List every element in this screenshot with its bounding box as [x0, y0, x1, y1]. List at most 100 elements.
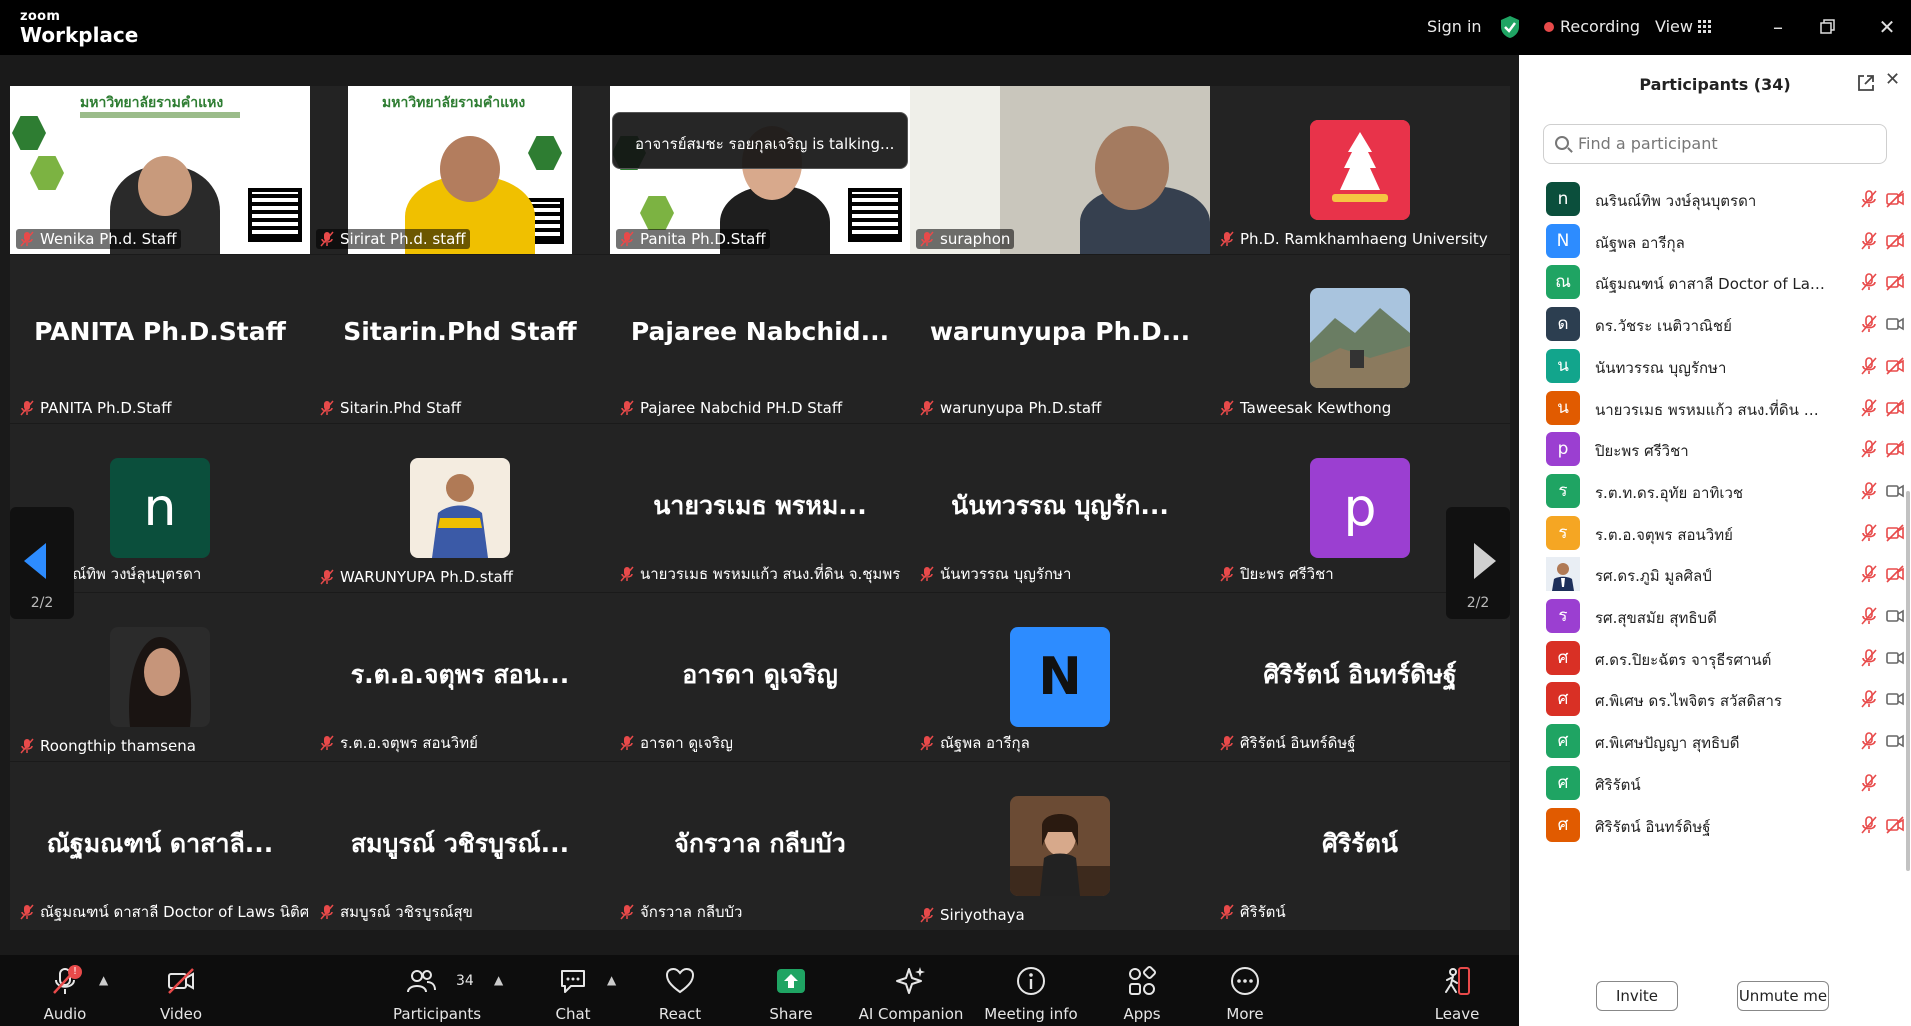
camera-off-icon[interactable]: [1885, 272, 1905, 292]
mic-muted-icon[interactable]: [1859, 815, 1879, 835]
camera-icon[interactable]: [1885, 648, 1905, 668]
share-button[interactable]: Share: [756, 955, 826, 1026]
mic-muted-icon[interactable]: [1859, 648, 1879, 668]
video-tile[interactable]: Ph.D. Ramkhamhaeng University: [1210, 86, 1510, 254]
mic-muted-icon[interactable]: [1859, 773, 1879, 793]
recording-status[interactable]: Recording: [1560, 17, 1640, 36]
mic-muted-icon[interactable]: [1859, 439, 1879, 459]
video-tile[interactable]: Taweesak Kewthong: [1210, 255, 1510, 423]
participant-list-name: ศ.พิเศษปัญญา สุทธิบดี: [1595, 734, 1740, 753]
participant-list-scrollbar[interactable]: [1906, 491, 1910, 871]
participant-name: ศิริรัตน์: [1240, 903, 1286, 921]
camera-off-icon[interactable]: [1885, 189, 1905, 209]
camera-icon[interactable]: [1885, 689, 1905, 709]
mic-muted-icon[interactable]: [1859, 564, 1879, 584]
camera-icon[interactable]: [1885, 314, 1905, 334]
restore-icon[interactable]: [1819, 18, 1837, 36]
video-tile[interactable]: มหาวิทยาลัยรามคำแหง Wenika Ph.d. Staff: [10, 86, 310, 254]
view-button[interactable]: View: [1655, 17, 1693, 36]
mic-muted-icon: [620, 735, 634, 751]
camera-icon[interactable]: [1885, 481, 1905, 501]
audio-label: Audio: [43, 1005, 87, 1023]
video-tile[interactable]: จักรวาล กลีบบัว จักรวาล กลีบบัว: [610, 762, 910, 930]
camera-off-icon[interactable]: [1885, 523, 1905, 543]
participant-list[interactable]: n ณรินณ์ทิพ วงษ์ลุนบุตรดา N ณัฐพล อารีกุลณณ…: [1519, 173, 1911, 883]
mic-muted-icon[interactable]: [1859, 314, 1879, 334]
video-tile[interactable]: Siriyothaya: [910, 762, 1210, 930]
camera-off-icon[interactable]: [1885, 815, 1905, 835]
chat-button[interactable]: Chat: [538, 955, 608, 1026]
video-tile[interactable]: ณัฐมณฑน์ ดาสาลี... ณัฐมณฑน์ ดาสาลี Docto…: [10, 762, 310, 930]
audio-button[interactable]: ! Audio: [30, 955, 100, 1026]
participant-row[interactable]: ศ ศิริรัตน์ อินทร์ดิษฐ์: [1519, 799, 1911, 850]
ai-companion-label: AI Companion: [858, 1005, 964, 1023]
mic-muted-icon[interactable]: [1859, 523, 1879, 543]
invite-button[interactable]: Invite: [1596, 981, 1678, 1011]
video-tile[interactable]: มหาวิทยาลัยรามคำแหง Sirirat Ph.d. staff: [310, 86, 610, 254]
participant-list-name: ดร.วัชระ เนติวาณิชย์: [1595, 317, 1732, 336]
unmute-me-button[interactable]: Unmute me: [1737, 981, 1829, 1011]
participant-nameplate: Panita Ph.D.Staff: [616, 229, 770, 249]
participant-nameplate: นายวรเมธ พรหมแก้ว สนง.ที่ดิน จ.ชุมพร: [616, 561, 904, 587]
camera-off-icon[interactable]: [1885, 356, 1905, 376]
video-tile[interactable]: อารดา ดูเจริญ อารดา ดูเจริญ: [610, 593, 910, 761]
camera-off-icon[interactable]: [1885, 231, 1905, 251]
camera-icon[interactable]: [1885, 731, 1905, 751]
next-page-button[interactable]: 2/2: [1446, 507, 1510, 619]
mic-muted-icon[interactable]: [1859, 481, 1879, 501]
more-button[interactable]: More: [1210, 955, 1280, 1026]
mic-muted-icon[interactable]: [1859, 398, 1879, 418]
participant-avatar: ศ: [1546, 682, 1580, 717]
apps-button[interactable]: Apps: [1107, 955, 1177, 1026]
participants-options-chevron-icon[interactable]: ▲: [494, 973, 503, 987]
camera-off-icon[interactable]: [1885, 398, 1905, 418]
mic-muted-icon[interactable]: [1859, 356, 1879, 376]
camera-icon[interactable]: [1885, 606, 1905, 626]
participant-name: Siriyothaya: [940, 906, 1025, 924]
audio-options-chevron-icon[interactable]: ▲: [99, 973, 108, 987]
mic-muted-icon[interactable]: [1859, 606, 1879, 626]
pop-out-icon[interactable]: [1856, 73, 1876, 93]
mic-muted-icon: [1220, 231, 1234, 247]
participant-avatar: ศ: [1546, 640, 1580, 675]
participant-search-input[interactable]: Find a participant: [1543, 124, 1887, 164]
mic-muted-icon[interactable]: [1859, 189, 1879, 209]
shield-check-icon[interactable]: [1499, 15, 1521, 39]
video-tile[interactable]: N ณัฐพล อารีกุล: [910, 593, 1210, 761]
video-button[interactable]: Video: [146, 955, 216, 1026]
video-tile[interactable]: suraphon: [910, 86, 1210, 254]
close-window-icon[interactable]: ✕: [1874, 14, 1900, 40]
grid-icon[interactable]: [1698, 20, 1712, 34]
avatar: N: [1010, 627, 1110, 727]
video-tile[interactable]: WARUNYUPA Ph.D.staff: [310, 424, 610, 592]
participants-button[interactable]: 34 Participants: [393, 955, 481, 1026]
camera-off-icon[interactable]: [1885, 439, 1905, 459]
participant-name: นายวรเมธ พรหมแก้ว สนง.ที่ดิน จ.ชุมพร: [640, 565, 901, 583]
minimize-icon[interactable]: –: [1765, 14, 1791, 40]
video-tile[interactable]: ร.ต.อ.จตุพร สอน... ร.ต.อ.จตุพร สอนวิทย์: [310, 593, 610, 761]
previous-page-button[interactable]: 2/2: [10, 507, 74, 619]
participant-avatar: n: [1546, 182, 1580, 216]
close-panel-icon[interactable]: ✕: [1885, 69, 1900, 90]
chat-options-chevron-icon[interactable]: ▲: [607, 973, 616, 987]
video-tile[interactable]: warunyupa Ph.D... warunyupa Ph.D.staff: [910, 255, 1210, 423]
camera-off-icon[interactable]: [1885, 564, 1905, 584]
mic-muted-icon[interactable]: [1859, 689, 1879, 709]
mic-muted-icon[interactable]: [1859, 731, 1879, 751]
video-tile[interactable]: สมบูรณ์ วชิรบูรณ์... สมบูรณ์ วชิรบูรณ์สุ…: [310, 762, 610, 930]
participant-name: Roongthip thamsena: [40, 737, 196, 755]
video-tile[interactable]: ศิริรัตน์ ศิริรัตน์: [1210, 762, 1510, 930]
leave-button[interactable]: Leave: [1422, 955, 1492, 1026]
video-tile[interactable]: นันทวรรณ บุญรัก... นันทวรรณ บุญรักษา: [910, 424, 1210, 592]
mic-muted-icon[interactable]: [1859, 272, 1879, 292]
mic-muted-icon[interactable]: [1859, 231, 1879, 251]
ai-companion-button[interactable]: AI Companion: [858, 955, 964, 1026]
meeting-info-button[interactable]: Meeting info: [980, 955, 1082, 1026]
video-tile[interactable]: Sitarin.Phd Staff Sitarin.Phd Staff: [310, 255, 610, 423]
sign-in-button[interactable]: Sign in: [1427, 17, 1482, 36]
video-tile[interactable]: นายวรเมธ พรหม... นายวรเมธ พรหมแก้ว สนง.ท…: [610, 424, 910, 592]
audio-warning-badge: !: [68, 965, 82, 979]
video-tile[interactable]: Pajaree Nabchid... Pajaree Nabchid PH.D …: [610, 255, 910, 423]
react-button[interactable]: React: [645, 955, 715, 1026]
video-tile[interactable]: PANITA Ph.D.Staff PANITA Ph.D.Staff: [10, 255, 310, 423]
